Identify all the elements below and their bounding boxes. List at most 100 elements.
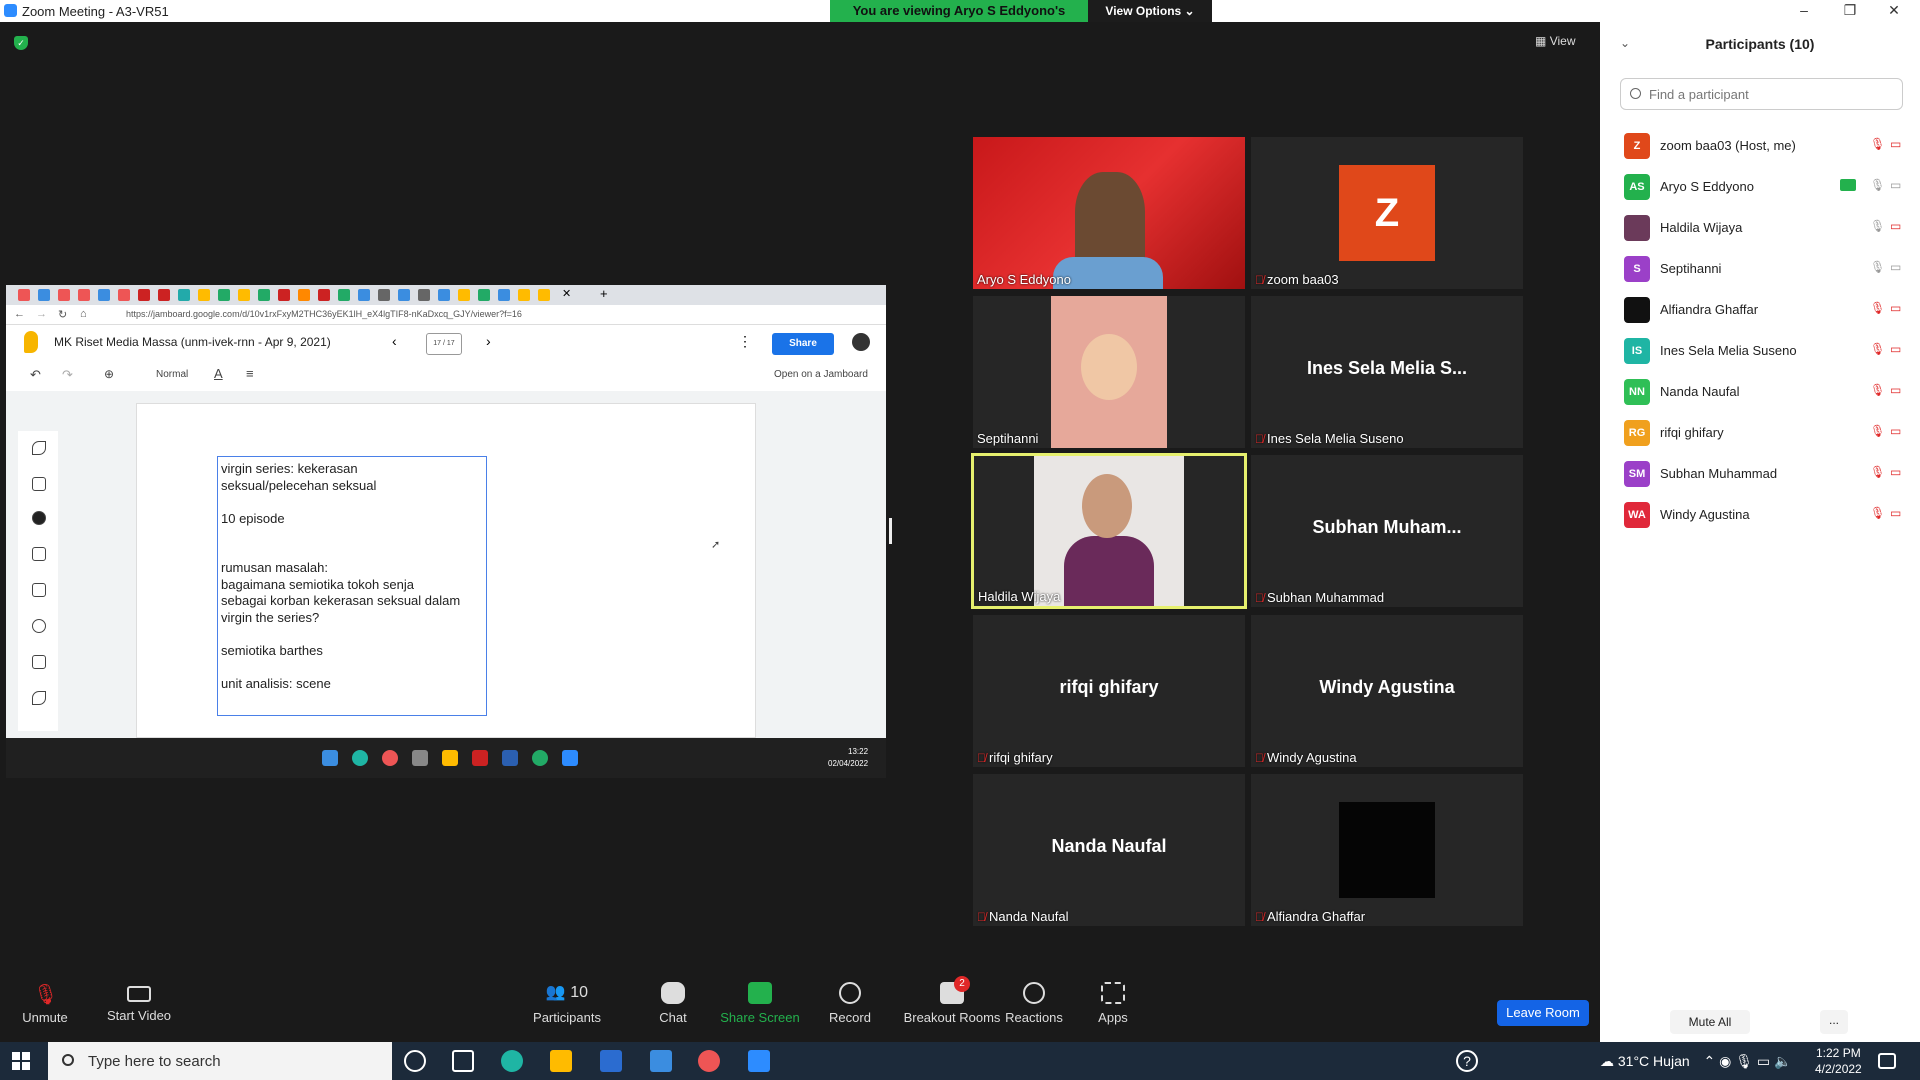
jam-share-button[interactable]: Share <box>772 333 834 355</box>
new-tab-icon[interactable]: + <box>600 286 608 301</box>
video-off-icon[interactable]: ▭ <box>1890 424 1901 438</box>
participant-row[interactable]: WA Windy Agustina 🎙 ▭ <box>1624 494 1914 535</box>
image-icon[interactable] <box>32 583 46 597</box>
align-icon[interactable]: ≡ <box>246 366 254 381</box>
pen-icon[interactable] <box>32 441 46 455</box>
browser-address-bar[interactable]: ← → ↻ ⌂ https://jamboard.google.com/d/10… <box>6 305 886 325</box>
video-off-icon[interactable]: ▭ <box>1890 219 1901 233</box>
video-off-icon[interactable]: ▭ <box>1890 301 1901 315</box>
laser-icon[interactable] <box>32 691 46 705</box>
muted-mic-icon[interactable]: 🎙 <box>1870 465 1885 479</box>
video-off-icon[interactable]: ▭ <box>1890 383 1901 397</box>
close-tab-icon[interactable]: ✕ <box>562 287 571 300</box>
reactions-button[interactable]: Reactions <box>989 982 1079 1025</box>
url-text[interactable]: https://jamboard.google.com/d/10v1rxFxyM… <box>126 309 522 319</box>
browser-tab[interactable] <box>158 289 170 301</box>
browser-tab[interactable] <box>358 289 370 301</box>
leave-room-button[interactable]: Leave Room <box>1497 1000 1589 1026</box>
video-icon[interactable]: ▭ <box>1890 178 1901 192</box>
tray-icons[interactable]: ⌃ ◉ 🎙 ▭ 🔈 <box>1704 1053 1792 1069</box>
minimize-button[interactable]: – <box>1790 2 1818 18</box>
mic-icon[interactable]: 🎙 <box>1870 219 1885 233</box>
video-tile[interactable]: Nanda Naufal 🎙̸ Nanda Naufal <box>973 774 1245 926</box>
sticky-note-icon[interactable] <box>32 547 46 561</box>
browser-tab[interactable] <box>438 289 450 301</box>
store-icon[interactable] <box>600 1050 622 1072</box>
browser-tab[interactable] <box>238 289 250 301</box>
video-tile[interactable]: Z 🎙̸ zoom baa03 <box>1251 137 1523 289</box>
browser-tab[interactable] <box>178 289 190 301</box>
browser-tab[interactable] <box>398 289 410 301</box>
browser-tab[interactable] <box>18 289 30 301</box>
mic-icon[interactable]: 🎙 <box>1870 260 1885 274</box>
notifications-icon[interactable] <box>1878 1053 1896 1069</box>
view-toggle-button[interactable]: ▦ View <box>1535 34 1575 48</box>
shape-icon[interactable] <box>32 619 46 633</box>
back-icon[interactable]: ← <box>14 308 25 320</box>
video-tile[interactable]: Windy Agustina 🎙̸ Windy Agustina <box>1251 615 1523 767</box>
chrome-icon[interactable] <box>382 750 398 766</box>
unmute-button[interactable]: 🎙 Unmute <box>0 982 90 1025</box>
apps-button[interactable]: Apps <box>1068 982 1158 1025</box>
browser-tab[interactable] <box>198 289 210 301</box>
video-tile-active-speaker[interactable]: Haldila Wijaya <box>971 453 1247 609</box>
browser-tab-active[interactable] <box>538 289 550 301</box>
muted-mic-icon[interactable]: 🎙 <box>1870 424 1885 438</box>
video-tile[interactable]: Subhan Muham... 🎙̸ Subhan Muhammad <box>1251 455 1523 607</box>
video-tile[interactable]: Septihanni <box>973 296 1245 448</box>
muted-mic-icon[interactable]: 🎙 <box>1870 137 1885 151</box>
browser-tab[interactable] <box>418 289 430 301</box>
participant-row[interactable]: Haldila Wijaya 🎙 ▭ <box>1624 207 1914 248</box>
home-icon[interactable]: ⌂ <box>80 308 87 320</box>
undo-icon[interactable]: ↶ <box>30 367 41 383</box>
browser-tab[interactable] <box>78 289 90 301</box>
muted-mic-icon[interactable]: 🎙 <box>1870 301 1885 315</box>
more-button[interactable]: ... <box>1820 1010 1848 1034</box>
browser-tab[interactable] <box>218 289 230 301</box>
frame-counter[interactable]: 17 / 17 <box>426 333 462 355</box>
video-tile[interactable]: rifqi ghifary 🎙̸ rifqi ghifary <box>973 615 1245 767</box>
windows-start-icon[interactable] <box>322 750 338 766</box>
file-explorer-icon[interactable] <box>550 1050 572 1072</box>
mail-icon[interactable] <box>650 1050 672 1072</box>
video-tile[interactable]: Ines Sela Melia S... 🎙̸ Ines Sela Melia S… <box>1251 296 1523 448</box>
encryption-shield-icon[interactable]: ✓ <box>14 36 28 50</box>
browser-tab[interactable] <box>258 289 270 301</box>
browser-tab[interactable] <box>118 289 130 301</box>
pdf-icon[interactable] <box>472 750 488 766</box>
split-divider-handle[interactable] <box>889 518 892 544</box>
mute-all-button[interactable]: Mute All <box>1670 1010 1750 1034</box>
forward-icon[interactable]: → <box>36 308 47 320</box>
restore-button[interactable]: ❐ <box>1836 2 1864 19</box>
participant-row[interactable]: S Septihanni 🎙 ▭ <box>1624 248 1914 289</box>
jamboard-frame[interactable]: virgin series: kekerasan seksual/peleceh… <box>136 403 756 738</box>
zoom-icon[interactable]: ⊕ <box>104 367 114 381</box>
app-icon[interactable] <box>412 750 428 766</box>
open-on-jamboard-link[interactable]: Open on a Jamboard <box>774 369 868 380</box>
view-options-button[interactable]: View Options ⌄ <box>1088 0 1212 22</box>
more-options-icon[interactable]: ⋮ <box>738 333 752 350</box>
text-color-icon[interactable]: A <box>214 366 223 381</box>
shared-screen[interactable]: ✕ + ← → ↻ ⌂ https://jamboard.google.com/… <box>6 285 886 778</box>
windows-start-icon[interactable] <box>12 1052 30 1070</box>
word-icon[interactable] <box>502 750 518 766</box>
folder-icon[interactable] <box>442 750 458 766</box>
cortana-icon[interactable] <box>404 1050 426 1072</box>
participant-row[interactable]: SM Subhan Muhammad 🎙 ▭ <box>1624 453 1914 494</box>
muted-mic-icon[interactable]: 🎙 <box>1870 383 1885 397</box>
browser-tab[interactable] <box>278 289 290 301</box>
jam-title[interactable]: MK Riset Media Massa (unm-ivek-rnn - Apr… <box>54 335 331 349</box>
taskbar-clock[interactable]: 1:22 PM 4/2/2022 <box>1815 1045 1862 1077</box>
browser-tab[interactable] <box>38 289 50 301</box>
browser-tab[interactable] <box>298 289 310 301</box>
zoom-level-dropdown[interactable]: Normal <box>156 369 188 380</box>
select-icon[interactable] <box>32 511 46 525</box>
account-avatar[interactable] <box>852 333 870 351</box>
browser-tab[interactable] <box>378 289 390 301</box>
redo-icon[interactable]: ↷ <box>62 367 73 383</box>
close-button[interactable]: ✕ <box>1880 2 1908 19</box>
video-off-icon[interactable]: ▭ <box>1890 506 1901 520</box>
video-off-icon[interactable]: ▭ <box>1890 465 1901 479</box>
video-icon[interactable]: ▭ <box>1890 260 1901 274</box>
text-box[interactable]: virgin series: kekerasan seksual/peleceh… <box>217 456 487 716</box>
